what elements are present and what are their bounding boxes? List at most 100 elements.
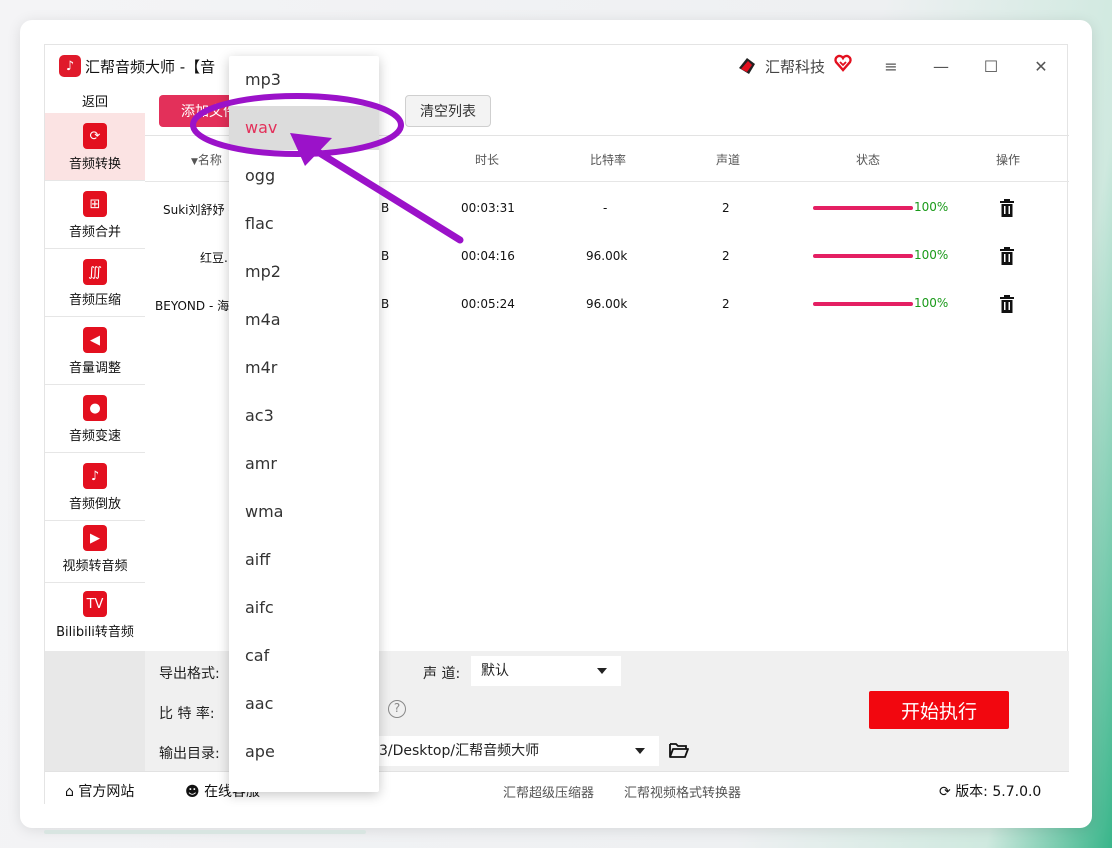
volume-icon: ◀ (83, 327, 107, 353)
menu-icon[interactable]: ≡ (877, 53, 905, 79)
sidebar-item-label: 音频转换 (68, 157, 121, 172)
chevron-down-icon (635, 748, 645, 754)
column-header-bitrate: 比特率 (590, 153, 627, 167)
progress-bar (813, 254, 913, 258)
row-bitrate: 96.00k (586, 297, 628, 311)
sidebar-item-convert[interactable]: ⟳ 音频转换 (45, 113, 145, 181)
progress-percent: 100% (914, 248, 949, 262)
channel-label: 声 道: (423, 666, 461, 682)
start-button[interactable]: 开始执行 (869, 691, 1009, 729)
sidebar-item-label: Bilibili转音频 (56, 625, 134, 640)
sidebar: 返回 ⟳ 音频转换 ⊞ 音频合并 ∭ 音频压缩 ◀ 音量调整 ● 音频变速 ♪ … (45, 87, 145, 651)
row-name: BEYOND - 海 (155, 299, 230, 313)
format-option-aifc[interactable]: aifc (229, 586, 379, 630)
video-icon: ▶ (83, 525, 107, 551)
column-header-duration: 时长 (475, 153, 500, 167)
app-window: ♪ 汇帮音频大师 -【音 汇帮科技 ≡ — ☐ ✕ 返回 ⟳ 音频转换 ⊞ 音频… (44, 44, 1069, 805)
back-link[interactable]: 返回 (45, 91, 145, 110)
super-compressor-link[interactable]: 汇帮超级压缩器 (503, 782, 594, 801)
format-option-ac3[interactable]: ac3 (229, 394, 379, 438)
sidebar-item-label: 音频压缩 (68, 293, 121, 308)
format-option-m4a[interactable]: m4a (229, 298, 379, 342)
folder-icon[interactable] (669, 741, 689, 759)
sidebar-item-merge[interactable]: ⊞ 音频合并 (45, 181, 145, 249)
sidebar-item-volume[interactable]: ◀ 音量调整 (45, 317, 145, 385)
progress-bar (813, 206, 913, 210)
format-option-wma[interactable]: wma (229, 490, 379, 534)
speed-icon: ● (83, 395, 107, 421)
title-bar: ♪ 汇帮音频大师 -【音 汇帮科技 ≡ — ☐ ✕ (45, 45, 1069, 87)
row-bitrate: 96.00k (586, 249, 628, 263)
help-icon[interactable]: ? (388, 700, 406, 718)
format-option-aac[interactable]: aac (229, 682, 379, 726)
sidebar-item-label: 音量调整 (68, 361, 121, 376)
trash-icon[interactable] (999, 199, 1015, 217)
clear-list-button[interactable]: 清空列表 (405, 95, 491, 127)
trash-icon[interactable] (999, 247, 1015, 265)
refresh-icon: ⟳ (939, 784, 951, 800)
row-name: 红豆. (200, 251, 228, 265)
sidebar-item-video[interactable]: ▶ 视频转音频 (45, 521, 145, 583)
merge-icon: ⊞ (83, 191, 107, 217)
row-duration: 00:04:16 (461, 249, 515, 263)
official-site-link[interactable]: ⌂ 官方网站 (65, 781, 134, 801)
user-icon: ☻ (185, 784, 200, 800)
chevron-down-icon (597, 668, 607, 674)
format-label: 导出格式: (159, 666, 220, 682)
sidebar-item-label: 音频变速 (68, 429, 121, 444)
output-label: 输出目录: (159, 746, 220, 762)
video-converter-link[interactable]: 汇帮视频格式转换器 (624, 782, 741, 801)
column-header-action: 操作 (996, 153, 1021, 167)
brand-logo-icon (739, 58, 755, 74)
row-size: B (381, 201, 390, 215)
format-option-amr[interactable]: amr (229, 442, 379, 486)
column-header-channels: 声道 (716, 153, 741, 167)
footer-bar: ⌂ 官方网站 ☻ 在线客服 汇帮超级压缩器 汇帮视频格式转换器 ⟳ 版本: 5.… (45, 771, 1069, 805)
heart-icon[interactable] (833, 53, 853, 73)
format-option-aiff[interactable]: aiff (229, 538, 379, 582)
format-option-ogg[interactable]: ogg (229, 154, 379, 198)
format-option-mp2[interactable]: mp2 (229, 250, 379, 294)
format-option-m4r[interactable]: m4r (229, 346, 379, 390)
brand-name: 汇帮科技 (765, 58, 826, 76)
compress-icon: ∭ (83, 259, 107, 285)
row-duration: 00:03:31 (461, 201, 515, 215)
format-option-ape[interactable]: ape (229, 730, 379, 774)
sidebar-item-compress[interactable]: ∭ 音频压缩 (45, 249, 145, 317)
row-channels: 2 (722, 249, 730, 263)
format-option-caf[interactable]: caf (229, 634, 379, 678)
column-header-status: 状态 (856, 153, 881, 167)
convert-icon: ⟳ (83, 123, 107, 149)
row-size: B (381, 297, 390, 311)
channel-select[interactable]: 默认 (471, 656, 621, 686)
sidebar-item-label: 音频倒放 (68, 497, 121, 512)
reverse-icon: ♪ (83, 463, 107, 489)
app-title: 汇帮音频大师 -【音 (85, 58, 216, 76)
trash-icon[interactable] (999, 295, 1015, 313)
row-size: B (381, 249, 390, 263)
scroll-strip (44, 830, 366, 834)
row-channels: 2 (722, 297, 730, 311)
sidebar-item-label: 视频转音频 (62, 559, 128, 574)
sidebar-item-speed[interactable]: ● 音频变速 (45, 385, 145, 453)
maximize-button[interactable]: ☐ (977, 53, 1005, 79)
close-button[interactable]: ✕ (1027, 53, 1055, 79)
progress-percent: 100% (914, 200, 949, 214)
bilibili-icon: TV (83, 591, 107, 617)
format-option-wav[interactable]: wav (229, 106, 379, 150)
row-name: Suki刘舒妤 - (163, 203, 233, 217)
home-icon: ⌂ (65, 784, 74, 800)
format-option-mp3[interactable]: mp3 (229, 58, 379, 102)
row-channels: 2 (722, 201, 730, 215)
bitrate-label: 比 特 率: (159, 706, 215, 722)
format-dropdown[interactable]: mp3 wav ogg flac mp2 m4a m4r ac3 amr wma… (229, 56, 379, 792)
settings-left-panel (45, 651, 145, 771)
progress-percent: 100% (914, 296, 949, 310)
column-header-name[interactable]: ▼名称 (191, 151, 222, 168)
output-path-select[interactable]: 3/Desktop/汇帮音频大师 (365, 736, 659, 766)
sidebar-item-reverse[interactable]: ♪ 音频倒放 (45, 453, 145, 521)
sidebar-item-bilibili[interactable]: TV Bilibili转音频 (45, 583, 145, 651)
minimize-button[interactable]: — (927, 53, 955, 79)
version-info[interactable]: ⟳ 版本: 5.7.0.0 (939, 781, 1041, 801)
format-option-flac[interactable]: flac (229, 202, 379, 246)
